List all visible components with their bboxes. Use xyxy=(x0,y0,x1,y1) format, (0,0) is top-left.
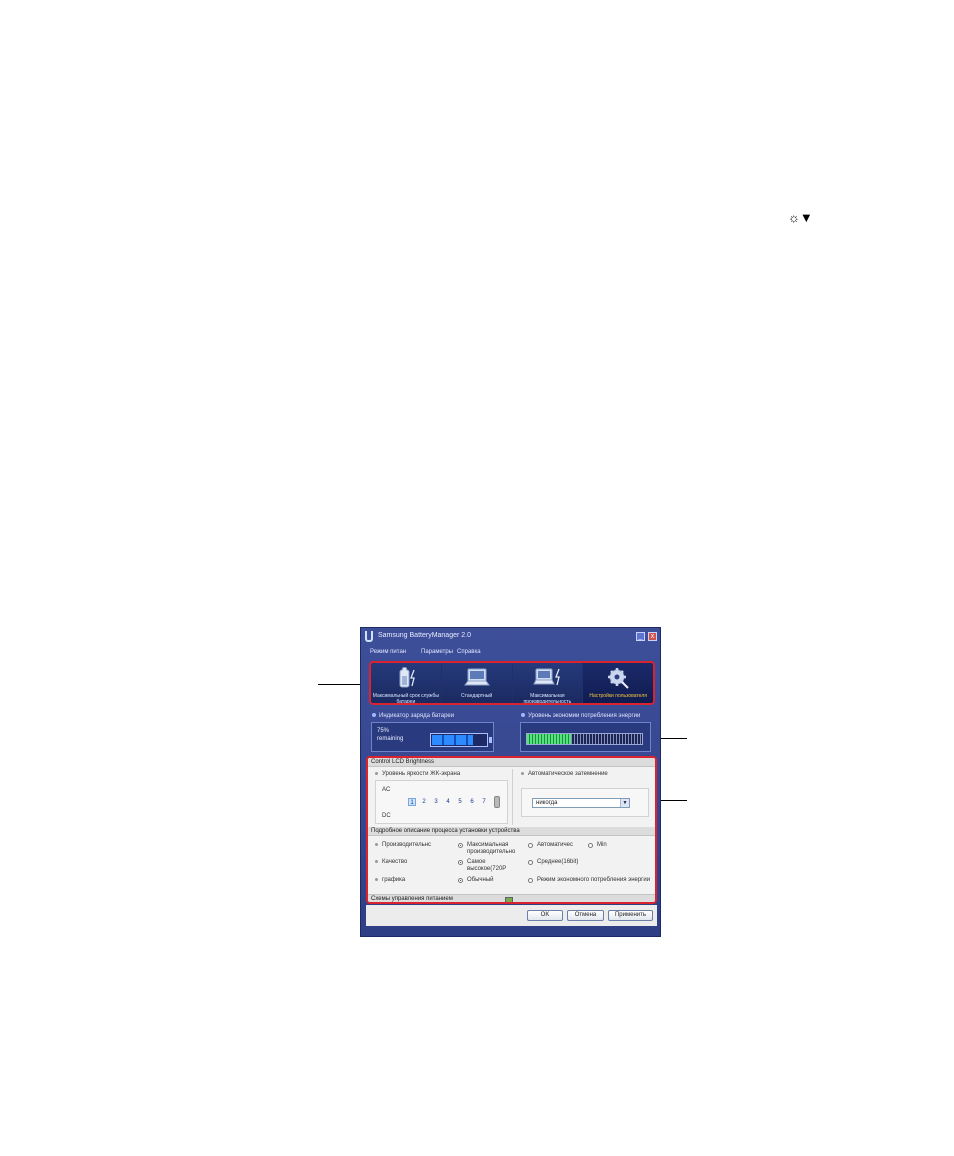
laptop-power-icon xyxy=(533,668,561,686)
performance-max-radio[interactable] xyxy=(458,843,463,848)
dc-label: DC xyxy=(382,813,391,819)
mode-max-performance[interactable]: Максимальная производительность xyxy=(512,663,584,705)
brightness-level-7[interactable]: 7 xyxy=(480,798,488,806)
performance-auto-label: Автоматичес xyxy=(537,842,573,848)
chevron-down-icon[interactable]: ▼ xyxy=(620,799,629,807)
graphics-label: графика xyxy=(375,877,405,883)
mode-max-battery-life-label: Максимальный срок службы батареи xyxy=(372,693,440,705)
quality-label: Качество xyxy=(375,859,407,865)
energy-saving-level xyxy=(520,722,651,752)
lcd-brightness-label: Уровень яркости ЖК-экрана xyxy=(375,771,460,777)
mode-user-settings-label: Настройки пользователя xyxy=(589,693,647,699)
power-scheme-icon[interactable] xyxy=(505,897,513,902)
title-bar[interactable]: Samsung BatteryManager 2.0 _ x xyxy=(361,628,660,646)
performance-min-radio[interactable] xyxy=(588,843,593,848)
minimize-button[interactable]: _ xyxy=(636,632,645,641)
battery-status-text: 75% remaining xyxy=(377,727,403,743)
battery-percent: 75% xyxy=(377,728,390,734)
brightness-level-5[interactable]: 5 xyxy=(456,798,464,806)
battery-gauge xyxy=(430,733,488,747)
menu-help[interactable]: Справка xyxy=(457,649,481,655)
brightness-box xyxy=(375,780,508,824)
quality-medium-label: Среднее(16bit) xyxy=(537,859,579,865)
graphics-eco-radio[interactable] xyxy=(528,878,533,883)
bullet-icon xyxy=(521,713,525,718)
mode-user-settings[interactable]: Настройки пользователя xyxy=(583,663,653,703)
battery-indicator-title: Индикатор заряда батареи xyxy=(372,713,454,719)
ac-label: AC xyxy=(382,787,391,793)
auto-dim-value: никогда xyxy=(536,800,558,806)
bullet-icon xyxy=(375,859,378,863)
auto-dim-label: Автоматическое затемнение xyxy=(521,771,608,777)
performance-auto-radio[interactable] xyxy=(528,843,533,848)
laptop-icon xyxy=(463,668,490,686)
battery-gauge-fill xyxy=(432,735,473,745)
mode-standard[interactable]: Стандартный xyxy=(441,663,513,703)
energy-saving-title: Уровень экономии потребления энергии xyxy=(521,713,640,719)
close-button[interactable]: x xyxy=(648,632,657,641)
settings-panel: Control LCD Brightness Уровень яркости Ж… xyxy=(366,756,657,904)
auto-dim-select[interactable]: никогда ▼ xyxy=(532,798,630,808)
menu-power-mode[interactable]: Режим питан xyxy=(370,649,406,655)
gear-icon xyxy=(608,668,629,689)
bullet-icon xyxy=(521,771,524,775)
bullet-icon xyxy=(375,771,378,775)
brightness-level-3[interactable]: 3 xyxy=(432,798,440,806)
lcd-brightness-header: Control LCD Brightness xyxy=(368,758,655,767)
menu-parameters[interactable]: Параметры xyxy=(421,649,453,655)
quality-highest-radio[interactable] xyxy=(458,860,463,865)
brightness-level-2[interactable]: 2 xyxy=(420,798,428,806)
brightness-slider-thumb[interactable] xyxy=(494,796,500,808)
quality-highest-label: Самое высокое(720P xyxy=(467,859,507,872)
panel-divider xyxy=(512,769,513,825)
mode-max-performance-label: Максимальная производительность xyxy=(523,693,572,705)
battery-manager-window: Samsung BatteryManager 2.0 _ x Режим пит… xyxy=(360,627,661,937)
energy-saving-bar xyxy=(526,733,643,745)
energy-saving-fill xyxy=(527,734,571,744)
quality-medium-radio[interactable] xyxy=(528,860,533,865)
performance-label: Производительнс xyxy=(375,842,431,848)
mode-max-battery-life[interactable]: Максимальный срок службы батареи xyxy=(371,663,442,703)
graphics-eco-label: Режим экономного потребления энергии xyxy=(537,877,651,883)
dialog-footer: OK Отмена Применить xyxy=(366,905,657,926)
performance-max-label: Максимальная производительно xyxy=(467,842,516,855)
brightness-menu-icon: ☼▼ xyxy=(788,210,813,225)
power-schemes-label: Схемы управления питанием xyxy=(371,896,453,902)
performance-min-label: Min xyxy=(597,842,607,848)
graphics-normal-label: Обычный xyxy=(467,877,494,883)
menu-bar: Режим питан Параметры Справка xyxy=(361,647,660,659)
apply-button[interactable]: Применить xyxy=(608,910,653,921)
app-icon xyxy=(365,631,373,642)
battery-indicator: 75% remaining xyxy=(371,722,494,752)
ok-button[interactable]: OK xyxy=(527,910,563,921)
brightness-level-1[interactable]: 1 xyxy=(408,798,416,806)
brightness-level-6[interactable]: 6 xyxy=(468,798,476,806)
bullet-icon xyxy=(375,842,378,846)
battery-remaining: remaining xyxy=(377,736,404,742)
bullet-icon xyxy=(375,877,378,881)
device-settings-header: Подробное описание процесса установки ус… xyxy=(368,827,655,836)
battery-gauge-tip xyxy=(489,737,492,743)
brightness-level-4[interactable]: 4 xyxy=(444,798,452,806)
power-mode-selector: Максимальный срок службы батареи Стандар… xyxy=(369,661,655,705)
battery-icon xyxy=(399,667,415,688)
window-title: Samsung BatteryManager 2.0 xyxy=(378,632,471,639)
bullet-icon xyxy=(372,713,376,718)
graphics-normal-radio[interactable] xyxy=(458,878,463,883)
mode-standard-label: Стандартный xyxy=(461,693,493,699)
energy-saving-remaining xyxy=(571,734,642,744)
cancel-button[interactable]: Отмена xyxy=(567,910,604,921)
